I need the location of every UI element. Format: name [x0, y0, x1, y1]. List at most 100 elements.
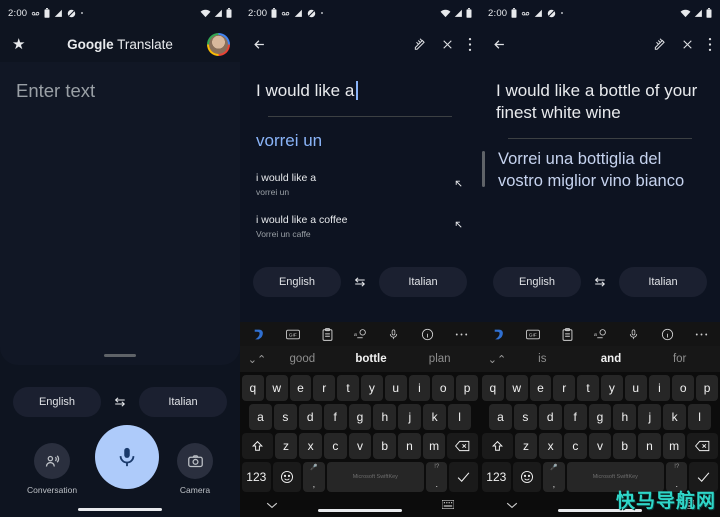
key-s[interactable]: s	[273, 404, 297, 430]
more-vert-icon[interactable]	[708, 37, 712, 52]
clipboard-icon[interactable]	[562, 327, 573, 341]
comma-key[interactable]: 🎤 ,	[543, 462, 565, 492]
keyboard-suggestion-2[interactable]: for	[645, 353, 714, 365]
translation-result[interactable]: Vorrei una bottiglia del vostro miglior …	[480, 149, 720, 193]
key-d[interactable]: d	[298, 404, 322, 430]
key-k[interactable]: k	[423, 404, 447, 430]
target-language-button[interactable]: Italian	[379, 267, 467, 297]
emoji-icon[interactable]	[512, 462, 542, 492]
numeric-key[interactable]: 123	[242, 462, 271, 492]
key-j[interactable]: j	[398, 404, 422, 430]
key-y[interactable]: y	[360, 375, 383, 401]
list-item[interactable]: i would like a vorrei un	[240, 165, 480, 207]
key-t[interactable]: t	[577, 375, 599, 401]
backspace-icon[interactable]	[447, 433, 479, 459]
source-language-button[interactable]: English	[13, 387, 101, 417]
key-e[interactable]: e	[289, 375, 312, 401]
key-z[interactable]: z	[274, 433, 298, 459]
key-o[interactable]: o	[672, 375, 695, 401]
key-f[interactable]: f	[323, 404, 347, 430]
key-m[interactable]: m	[662, 433, 686, 459]
expand-suggestions-icon[interactable]: ⌄⌃	[486, 353, 508, 366]
key-f[interactable]: f	[563, 404, 587, 430]
key-d[interactable]: d	[538, 404, 562, 430]
key-i[interactable]: i	[408, 375, 431, 401]
key-a[interactable]: a	[489, 404, 512, 430]
key-v[interactable]: v	[588, 433, 612, 459]
close-icon[interactable]	[681, 38, 694, 51]
info-icon[interactable]	[421, 328, 434, 341]
list-item[interactable]: i would like a coffee Vorrei un caffe	[240, 207, 480, 249]
insert-arrow-icon[interactable]	[453, 178, 464, 192]
key-w[interactable]: w	[265, 375, 288, 401]
emoji-icon[interactable]	[272, 462, 302, 492]
gif-icon[interactable]: GIF	[286, 329, 301, 340]
key-r[interactable]: r	[553, 375, 576, 401]
collapse-keyboard-icon[interactable]	[506, 500, 518, 512]
gif-icon[interactable]: GIF	[526, 329, 541, 340]
key-c[interactable]: c	[564, 433, 587, 459]
handwriting-icon[interactable]	[653, 37, 667, 51]
text-input-card[interactable]: Enter text	[0, 62, 240, 365]
microphone-icon[interactable]	[388, 328, 399, 341]
translator-icon[interactable]: a	[354, 328, 367, 341]
key-u[interactable]: u	[384, 375, 407, 401]
voice-input-button[interactable]	[95, 425, 160, 495]
key-x[interactable]: x	[299, 433, 322, 459]
keyboard-suggestion-0[interactable]: good	[268, 353, 337, 365]
key-h[interactable]: h	[373, 404, 397, 430]
source-language-button[interactable]: English	[253, 267, 341, 297]
keyboard-suggestion-1[interactable]: and	[577, 353, 646, 365]
keyboard-switcher-icon[interactable]	[441, 499, 455, 512]
key-w[interactable]: w	[505, 375, 528, 401]
camera-button[interactable]: Camera	[177, 443, 214, 495]
conversation-button[interactable]: Conversation	[27, 443, 77, 495]
period-key[interactable]: !? .	[426, 462, 448, 492]
key-r[interactable]: r	[313, 375, 336, 401]
key-q[interactable]: q	[242, 375, 264, 401]
swiftkey-logo-icon[interactable]	[252, 328, 265, 341]
expand-suggestions-icon[interactable]: ⌄⌃	[246, 353, 268, 366]
space-key[interactable]: Microsoft SwiftKey	[326, 462, 425, 492]
star-icon[interactable]: ★	[12, 37, 25, 52]
enter-checkmark-icon[interactable]	[449, 462, 478, 492]
keyboard-suggestion-2[interactable]: plan	[405, 353, 474, 365]
key-y[interactable]: y	[600, 375, 623, 401]
key-b[interactable]: b	[613, 433, 637, 459]
key-z[interactable]: z	[514, 433, 538, 459]
key-v[interactable]: v	[348, 433, 372, 459]
key-g[interactable]: g	[348, 404, 372, 430]
key-p[interactable]: p	[456, 375, 478, 401]
key-q[interactable]: q	[482, 375, 504, 401]
shift-icon[interactable]	[242, 433, 273, 459]
more-icon[interactable]	[455, 332, 468, 337]
key-h[interactable]: h	[613, 404, 637, 430]
close-icon[interactable]	[441, 38, 454, 51]
comma-key[interactable]: 🎤 ,	[303, 462, 325, 492]
key-e[interactable]: e	[529, 375, 552, 401]
shift-icon[interactable]	[482, 433, 513, 459]
key-c[interactable]: c	[324, 433, 347, 459]
back-arrow-icon[interactable]	[492, 37, 507, 52]
drag-handle[interactable]	[104, 353, 136, 357]
collapse-keyboard-icon[interactable]	[266, 500, 278, 512]
key-t[interactable]: t	[337, 375, 359, 401]
swap-languages-icon[interactable]: ⇆	[587, 274, 613, 290]
key-i[interactable]: i	[648, 375, 671, 401]
more-vert-icon[interactable]	[468, 37, 472, 52]
backspace-icon[interactable]	[687, 433, 719, 459]
key-x[interactable]: x	[539, 433, 562, 459]
info-icon[interactable]	[661, 328, 674, 341]
source-text-value[interactable]: I would like a bottle of your finest whi…	[480, 62, 720, 124]
key-s[interactable]: s	[513, 404, 537, 430]
target-language-button[interactable]: Italian	[619, 267, 707, 297]
key-o[interactable]: o	[432, 375, 455, 401]
more-icon[interactable]	[695, 332, 708, 337]
keyboard-suggestion-0[interactable]: is	[508, 353, 577, 365]
clipboard-icon[interactable]	[322, 327, 333, 341]
key-k[interactable]: k	[663, 404, 687, 430]
swap-languages-icon[interactable]: ⇆	[107, 394, 133, 410]
search-input[interactable]: Enter text	[0, 62, 240, 102]
key-n[interactable]: n	[638, 433, 661, 459]
key-p[interactable]: p	[696, 375, 718, 401]
